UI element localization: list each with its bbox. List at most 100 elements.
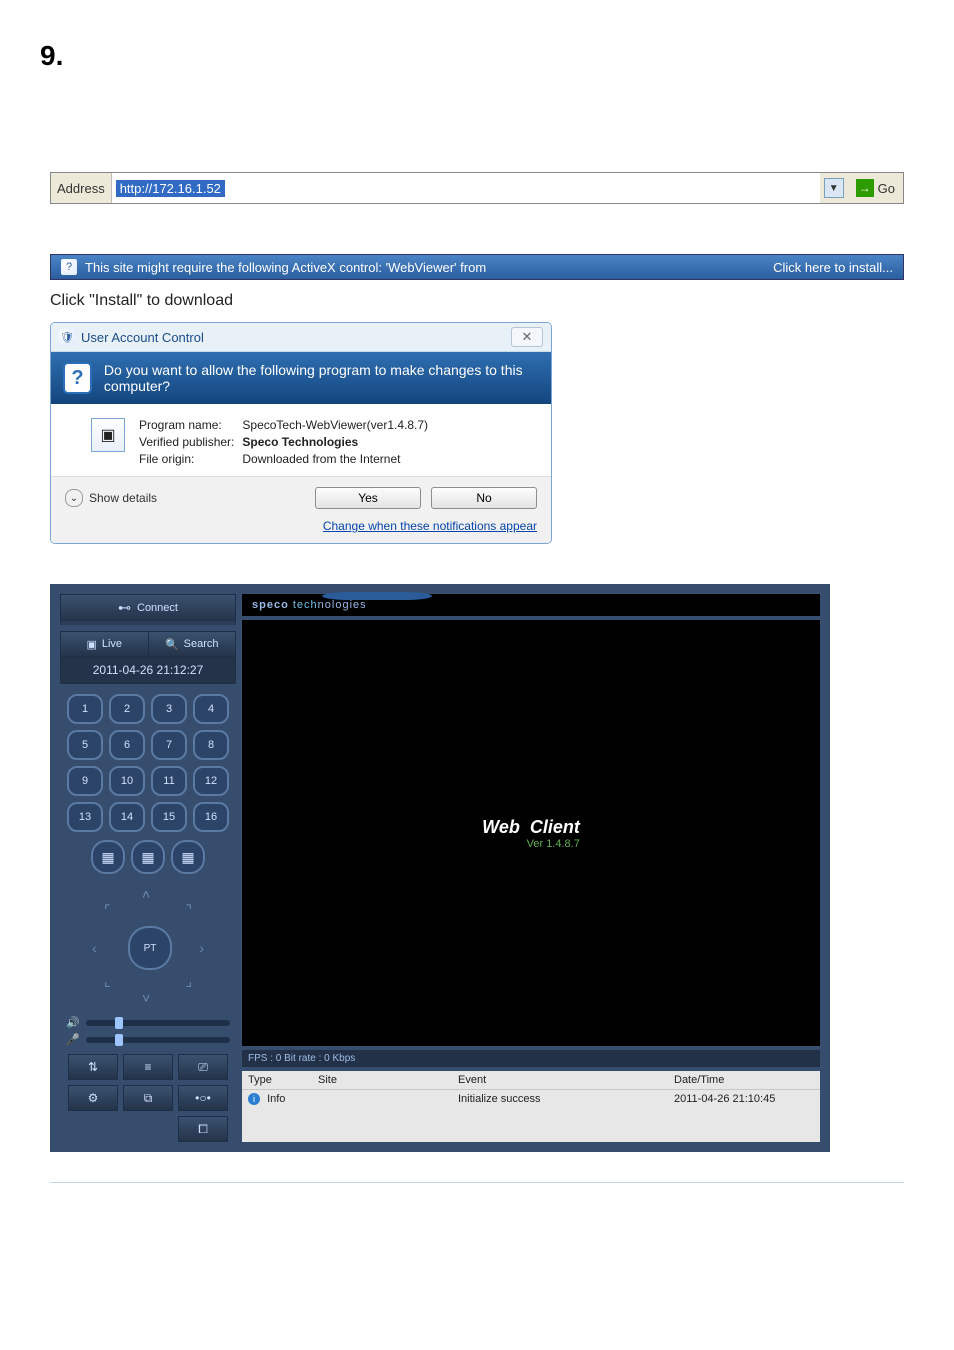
show-details-label: Show details — [89, 491, 157, 505]
control-button-1[interactable]: ⇅ — [68, 1054, 118, 1080]
channel-button[interactable]: 15 — [151, 802, 187, 832]
ptz-control: ˄ ˅ ‹ › ⌜ ⌝ ⌞ ⌟ PT — [88, 886, 208, 1006]
web-client-version: Ver 1.4.8.7 — [482, 838, 580, 850]
channel-grid: 1 2 3 4 5 6 7 8 9 10 11 12 13 14 15 16 — [60, 694, 236, 832]
channel-button[interactable]: 16 — [193, 802, 229, 832]
event-header-site: Site — [318, 1074, 458, 1086]
tab-search-label: Search — [184, 638, 219, 650]
tab-live-label: Live — [102, 638, 122, 650]
control-buttons: ⇅ ≡ ⎚ ⚙ ⧉ •○• ⧠ — [60, 1054, 236, 1142]
go-button[interactable]: → Go — [848, 173, 903, 203]
ptz-upright-icon[interactable]: ⌝ — [185, 902, 192, 919]
program-name-label: Program name: — [139, 418, 234, 432]
search-icon: 🔍 — [165, 638, 179, 651]
uac-shield-icon: 🛡 — [59, 329, 75, 345]
clock: 2011-04-26 21:12:27 — [60, 657, 236, 684]
channel-button[interactable]: 11 — [151, 766, 187, 796]
event-message: Initialize success — [458, 1093, 674, 1105]
layout-2x2-button[interactable]: ▦ — [91, 840, 125, 874]
address-bar: Address http://172.16.1.52 ▼ → Go — [50, 172, 904, 204]
event-header-type: Type — [248, 1074, 318, 1086]
channel-button[interactable]: 5 — [67, 730, 103, 760]
info-bar-text: This site might require the following Ac… — [85, 260, 486, 275]
channel-button[interactable]: 10 — [109, 766, 145, 796]
question-icon: ? — [63, 362, 92, 394]
info-bar-action[interactable]: Click here to install... — [773, 260, 893, 275]
ptz-upleft-icon[interactable]: ⌜ — [104, 902, 111, 919]
publisher-label: Verified publisher: — [139, 435, 234, 449]
channel-button[interactable]: 3 — [151, 694, 187, 724]
address-dropdown-icon[interactable]: ▼ — [824, 178, 844, 198]
event-site — [318, 1093, 458, 1105]
address-label: Address — [51, 173, 112, 203]
step-heading: 9. — [0, 20, 954, 92]
sidebar: Connect ▣ Live 🔍 Search 2011-04-26 21:12… — [60, 594, 236, 1142]
address-url[interactable]: http://172.16.1.52 — [116, 180, 225, 197]
arrow-right-icon: → — [856, 179, 874, 197]
ptz-downleft-icon[interactable]: ⌞ — [104, 973, 111, 990]
channel-button[interactable]: 4 — [193, 694, 229, 724]
channel-button[interactable]: 9 — [67, 766, 103, 796]
uac-banner-text: Do you want to allow the following progr… — [104, 362, 539, 394]
publisher-value: Speco Technologies — [242, 435, 428, 449]
video-area: Web Client Ver 1.4.8.7 — [242, 620, 820, 1046]
show-details-toggle[interactable]: ⌄ Show details — [65, 489, 157, 507]
uac-title-text: User Account Control — [81, 330, 204, 345]
connect-button[interactable]: Connect — [60, 594, 236, 625]
event-log: Type Site Event Date/Time i Info Initial… — [242, 1071, 820, 1142]
web-client-window: Connect ▣ Live 🔍 Search 2011-04-26 21:12… — [50, 584, 830, 1152]
web-client-title-2: Client — [530, 817, 580, 838]
main-area: speco technologies Web Client Ver 1.4.8.… — [242, 594, 820, 1142]
volume-slider[interactable]: 🔊 — [66, 1016, 230, 1029]
close-icon: ✕ — [522, 329, 533, 345]
close-button[interactable]: ✕ — [511, 327, 543, 347]
control-button-7[interactable]: ⧠ — [178, 1116, 228, 1142]
mic-slider[interactable]: 🎤 — [66, 1033, 230, 1046]
web-client-title-1: Web — [482, 817, 520, 838]
channel-button[interactable]: 13 — [67, 802, 103, 832]
event-type: Info — [267, 1093, 285, 1105]
control-button-5[interactable]: ⧉ — [123, 1085, 173, 1111]
ptz-left-icon[interactable]: ‹ — [92, 940, 97, 956]
program-name-value: SpecoTech-WebViewer(ver1.4.8.7) — [242, 418, 428, 432]
ptz-down-icon[interactable]: ˅ — [142, 990, 150, 1006]
yes-button[interactable]: Yes — [315, 487, 421, 509]
tab-live[interactable]: ▣ Live — [60, 631, 149, 657]
ptz-center-button[interactable]: PT — [128, 926, 172, 970]
live-icon: ▣ — [86, 638, 96, 651]
activex-info-bar[interactable]: ? This site might require the following … — [50, 254, 904, 280]
origin-value: Downloaded from the Internet — [242, 452, 428, 466]
address-input[interactable]: http://172.16.1.52 — [112, 173, 820, 203]
ptz-downright-icon[interactable]: ⌟ — [185, 973, 192, 990]
chevron-down-icon: ⌄ — [65, 489, 83, 507]
no-button[interactable]: No — [431, 487, 537, 509]
uac-dialog: 🛡 User Account Control ✕ ? Do you want t… — [50, 322, 552, 544]
shield-icon: ? — [61, 259, 77, 275]
brand-text: speco technologies — [252, 599, 367, 611]
channel-button[interactable]: 2 — [109, 694, 145, 724]
layout-4x4-button[interactable]: ▦ — [171, 840, 205, 874]
event-header-datetime: Date/Time — [674, 1074, 814, 1086]
info-icon: i — [248, 1093, 260, 1105]
speaker-icon: 🔊 — [66, 1016, 80, 1029]
layout-3x3-button[interactable]: ▦ — [131, 840, 165, 874]
connect-icon — [118, 600, 131, 616]
control-button-4[interactable]: ⚙ — [68, 1085, 118, 1111]
channel-button[interactable]: 14 — [109, 802, 145, 832]
ptz-right-icon[interactable]: › — [199, 940, 204, 956]
channel-button[interactable]: 6 — [109, 730, 145, 760]
control-button-6[interactable]: •○• — [178, 1085, 228, 1111]
change-notifications-link[interactable]: Change when these notifications appear — [323, 519, 537, 533]
event-datetime: 2011-04-26 21:10:45 — [674, 1093, 814, 1105]
mic-icon: 🎤 — [66, 1033, 80, 1046]
brand-bar: speco technologies — [242, 594, 820, 616]
control-button-3[interactable]: ⎚ — [178, 1054, 228, 1080]
channel-button[interactable]: 1 — [67, 694, 103, 724]
tab-search[interactable]: 🔍 Search — [149, 631, 237, 657]
channel-button[interactable]: 8 — [193, 730, 229, 760]
control-button-2[interactable]: ≡ — [123, 1054, 173, 1080]
ptz-up-icon[interactable]: ˄ — [142, 886, 150, 902]
channel-button[interactable]: 7 — [151, 730, 187, 760]
divider — [50, 1182, 904, 1183]
channel-button[interactable]: 12 — [193, 766, 229, 796]
